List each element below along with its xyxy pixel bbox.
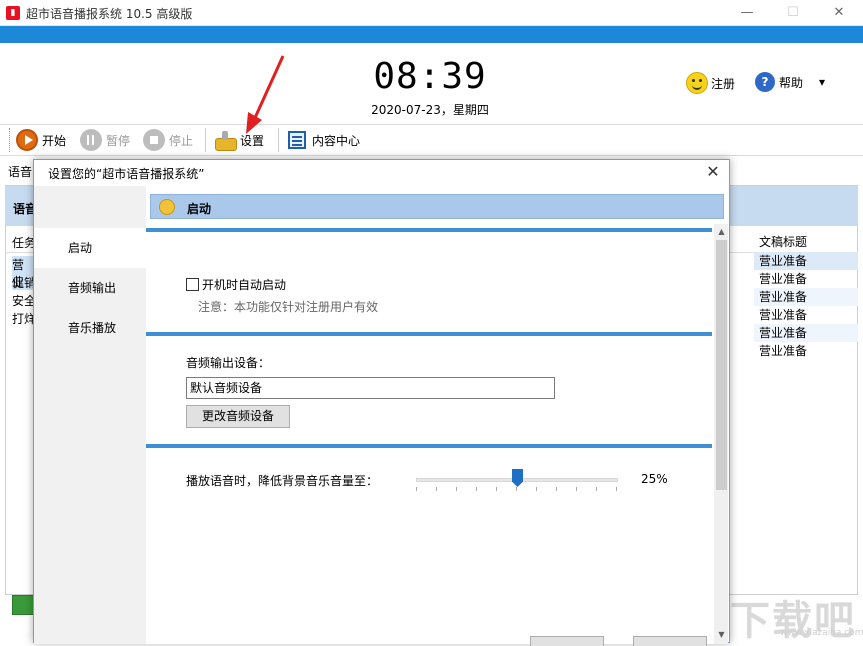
content-center-label: 内容中心 — [312, 133, 361, 148]
window-title: 超市语音播报系统 10.5 高级版 — [26, 7, 193, 21]
checkbox-box[interactable] — [186, 278, 199, 291]
column-header-doc-title: 文稿标题 — [759, 235, 808, 249]
scrollbar-thumb[interactable] — [716, 240, 727, 490]
audio-device-label: 音频输出设备： — [186, 356, 271, 370]
slider-tick — [436, 487, 437, 491]
doc-title-cell[interactable]: 营业准备 — [754, 270, 858, 288]
chevron-down-icon[interactable]: ▾ — [819, 75, 825, 89]
doc-title-cell[interactable]: 营业准备 — [754, 288, 858, 306]
settings-content: 启动 开机时自动启动 注意：本功能仅针对注册用户有效 音频输出设备： 默认音频设… — [146, 186, 728, 644]
dialog-title-bar: 设置您的“超市语音播报系统” ✕ — [34, 160, 729, 186]
slider-tick — [456, 487, 457, 491]
stop-button[interactable]: 停止 — [143, 129, 193, 151]
section-divider — [146, 228, 712, 232]
play-icon — [16, 129, 38, 151]
scroll-down-icon[interactable]: ▼ — [716, 629, 727, 641]
header-band — [0, 26, 863, 43]
ok-button[interactable] — [530, 636, 604, 646]
dialog-title: 设置您的“超市语音播报系统” — [48, 167, 205, 181]
close-button[interactable]: ✕ — [830, 4, 848, 22]
volume-slider-thumb[interactable] — [512, 469, 523, 487]
slider-tick — [476, 487, 477, 491]
content-center-button[interactable]: 内容中心 — [288, 129, 360, 151]
title-bar: ▮ 超市语音播报系统 10.5 高级版 — ☐ ✕ — [0, 0, 863, 26]
watermark-url: www.xiazaiba.com — [780, 628, 863, 638]
voice-section-label: 语音 — [8, 165, 33, 179]
doc-title-cell[interactable]: 营业准备 — [754, 306, 858, 324]
toolbar-grip — [9, 128, 11, 152]
slider-tick — [556, 487, 557, 491]
doc-title-cell[interactable]: 营业准备 — [754, 342, 858, 360]
help-label: 帮助 — [779, 75, 804, 90]
red-arrow-annotation — [246, 55, 285, 134]
slider-tick — [536, 487, 537, 491]
doc-title-cell[interactable]: 营业准备 — [754, 324, 858, 342]
section-header: 启动 — [150, 194, 724, 219]
slider-tick — [416, 487, 417, 491]
stop-icon — [143, 129, 165, 151]
slider-tick — [616, 487, 617, 491]
minimize-button[interactable]: — — [738, 4, 756, 22]
maximize-button[interactable]: ☐ — [784, 4, 802, 22]
cancel-button[interactable] — [633, 636, 707, 646]
duck-volume-label: 播放语音时，降低背景音乐音量至： — [186, 474, 379, 488]
help-button[interactable]: ? 帮助 — [755, 72, 803, 92]
start-button[interactable]: 开始 — [16, 129, 66, 151]
slider-tick — [576, 487, 577, 491]
slider-tick — [496, 487, 497, 491]
nav-item-startup[interactable]: 启动 — [34, 228, 146, 268]
scroll-up-icon[interactable]: ▲ — [716, 226, 727, 238]
help-icon: ? — [755, 72, 775, 92]
register-button[interactable]: 注册 — [686, 72, 735, 94]
doc-title-cell[interactable]: 营业准备 — [754, 252, 858, 270]
section-title: 启动 — [187, 202, 212, 216]
section-divider — [146, 444, 712, 448]
start-label: 开始 — [42, 133, 67, 148]
document-icon — [288, 131, 306, 149]
autostart-note: 注意：本功能仅针对注册用户有效 — [198, 300, 379, 314]
smiley-icon — [686, 72, 708, 94]
stop-label: 停止 — [169, 133, 194, 148]
slider-tick — [516, 487, 517, 491]
pause-button[interactable]: 暂停 — [80, 129, 130, 151]
change-audio-device-button[interactable]: 更改音频设备 — [186, 405, 290, 428]
audio-device-field[interactable]: 默认音频设备 — [186, 377, 555, 399]
startup-icon — [159, 199, 175, 215]
toolbar-separator — [205, 128, 206, 152]
nav-item-music-playback[interactable]: 音乐播放 — [34, 308, 146, 348]
pause-label: 暂停 — [106, 133, 131, 148]
pause-icon — [80, 129, 102, 151]
section-divider — [146, 332, 712, 336]
autostart-checkbox[interactable]: 开机时自动启动 — [186, 276, 286, 293]
dialog-close-button[interactable]: ✕ — [703, 162, 723, 182]
autostart-label: 开机时自动启动 — [202, 278, 287, 292]
register-label: 注册 — [711, 76, 736, 91]
clock-date: 2020-07-23，星期四 — [371, 103, 489, 117]
nav-item-audio-output[interactable]: 音频输出 — [34, 268, 146, 308]
settings-dialog: 设置您的“超市语音播报系统” ✕ 启动 音频输出 音乐播放 启动 开机时自动启动… — [33, 159, 730, 646]
slider-tick — [596, 487, 597, 491]
app-icon: ▮ — [6, 6, 20, 20]
clock-time: 08:39 — [373, 56, 487, 97]
volume-percentage: 25% — [641, 472, 668, 486]
settings-icon — [214, 130, 237, 151]
settings-nav: 启动 音频输出 音乐播放 — [34, 186, 146, 644]
